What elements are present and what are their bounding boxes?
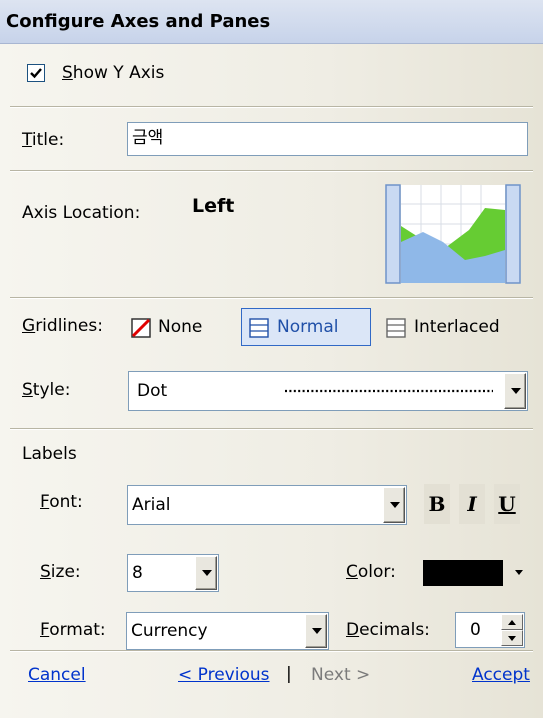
style-label: Style: — [22, 380, 70, 400]
size-label-text: ize: — [50, 562, 81, 582]
divider — [10, 297, 533, 299]
gridlines-none-option[interactable]: None — [125, 309, 235, 347]
font-label-text: ont: — [49, 492, 83, 512]
gridlines-normal-option[interactable]: Normal — [241, 308, 371, 346]
format-select-value: Currency — [131, 621, 208, 641]
size-dropdown-button[interactable] — [195, 556, 217, 590]
gridlines-interlaced-label: Interlaced — [414, 317, 500, 337]
gridlines-interlaced-option[interactable]: Interlaced — [382, 309, 532, 347]
show-y-axis-checkbox[interactable] — [27, 64, 45, 82]
decimals-increment-button[interactable] — [501, 614, 523, 630]
previous-link[interactable]: < Previous — [178, 665, 270, 685]
size-select[interactable]: 8 — [127, 554, 219, 592]
underline-button[interactable]: U — [494, 484, 520, 524]
italic-button[interactable]: I — [459, 484, 485, 524]
font-accesskey: F — [40, 492, 50, 512]
font-label: Font: — [40, 492, 83, 512]
title-label-text: itle: — [31, 130, 65, 150]
format-label: Format: — [40, 620, 106, 640]
decimals-decrement-button[interactable] — [501, 630, 523, 646]
size-accesskey: S — [40, 562, 51, 582]
gridlines-normal-label: Normal — [277, 317, 339, 337]
divider — [10, 428, 533, 430]
interlaced-gridlines-icon — [386, 318, 406, 338]
color-label-text: olor: — [357, 562, 396, 582]
style-dropdown-button[interactable] — [504, 373, 526, 409]
decimals-accesskey: D — [346, 620, 360, 640]
labels-heading: Labels — [22, 444, 77, 464]
chevron-down-icon — [312, 628, 322, 634]
chevron-down-icon — [508, 636, 516, 641]
format-label-text: ormat: — [49, 620, 106, 640]
cancel-link[interactable]: Cancel — [28, 665, 86, 685]
checkmark-icon — [30, 68, 42, 79]
title-accesskey: T — [22, 130, 32, 150]
divider — [10, 106, 533, 108]
divider — [10, 170, 533, 172]
axis-location-picker[interactable] — [385, 184, 521, 284]
font-dropdown-button[interactable] — [383, 487, 405, 523]
normal-gridlines-icon — [249, 318, 269, 338]
style-select-value: Dot — [137, 381, 168, 401]
decimals-label-text: ecimals: — [359, 620, 430, 640]
divider — [10, 650, 533, 652]
show-y-axis-label-text: how Y Axis — [72, 63, 165, 83]
font-select-value: Arial — [132, 495, 171, 515]
configure-axes-panel: Configure Axes and Panes Show Y Axis Tit… — [0, 0, 543, 718]
color-dropdown-arrow-icon[interactable] — [515, 570, 523, 575]
decimals-value: 0 — [470, 620, 481, 640]
show-y-axis-label[interactable]: Show Y Axis — [62, 63, 164, 83]
title-label: Title: — [22, 130, 64, 150]
no-gridlines-icon — [131, 318, 151, 338]
panel-header: Configure Axes and Panes — [0, 0, 543, 44]
axis-location-chart-icon — [385, 184, 521, 284]
style-label-text: tyle: — [32, 380, 71, 400]
next-link[interactable]: Next > — [311, 665, 370, 685]
chevron-down-icon — [390, 502, 400, 508]
color-accesskey: C — [346, 562, 358, 582]
style-select[interactable]: Dot — [128, 371, 528, 411]
font-select[interactable]: Arial — [127, 485, 407, 525]
chevron-down-icon — [511, 388, 521, 394]
size-select-value: 8 — [132, 563, 143, 583]
decimals-label: Decimals: — [346, 620, 430, 640]
format-dropdown-button[interactable] — [305, 614, 327, 648]
color-swatch[interactable] — [423, 560, 503, 586]
bold-button[interactable]: B — [424, 484, 450, 524]
format-select[interactable]: Currency — [126, 612, 329, 650]
gridlines-label: Gridlines: — [22, 316, 103, 336]
style-accesskey: S — [22, 380, 33, 400]
axis-location-label: Axis Location: — [22, 203, 141, 223]
color-label: Color: — [346, 562, 396, 582]
title-input-value: 금액 — [132, 128, 164, 148]
accept-link[interactable]: Accept — [472, 665, 530, 685]
footer-divider: | — [286, 664, 292, 684]
axis-location-value: Left — [192, 195, 235, 217]
panel-title: Configure Axes and Panes — [6, 11, 271, 32]
title-input[interactable]: 금액 — [127, 122, 528, 156]
size-label: Size: — [40, 562, 81, 582]
chevron-down-icon — [202, 570, 212, 576]
chevron-up-icon — [508, 620, 516, 625]
decimals-spinner[interactable]: 0 — [455, 612, 525, 648]
format-accesskey: F — [40, 620, 50, 640]
dotted-line-preview-icon — [285, 389, 493, 393]
show-y-axis-accesskey: S — [62, 63, 73, 83]
gridlines-none-label: None — [158, 317, 203, 337]
gridlines-accesskey: G — [22, 316, 36, 336]
gridlines-label-text: ridlines: — [35, 316, 103, 336]
